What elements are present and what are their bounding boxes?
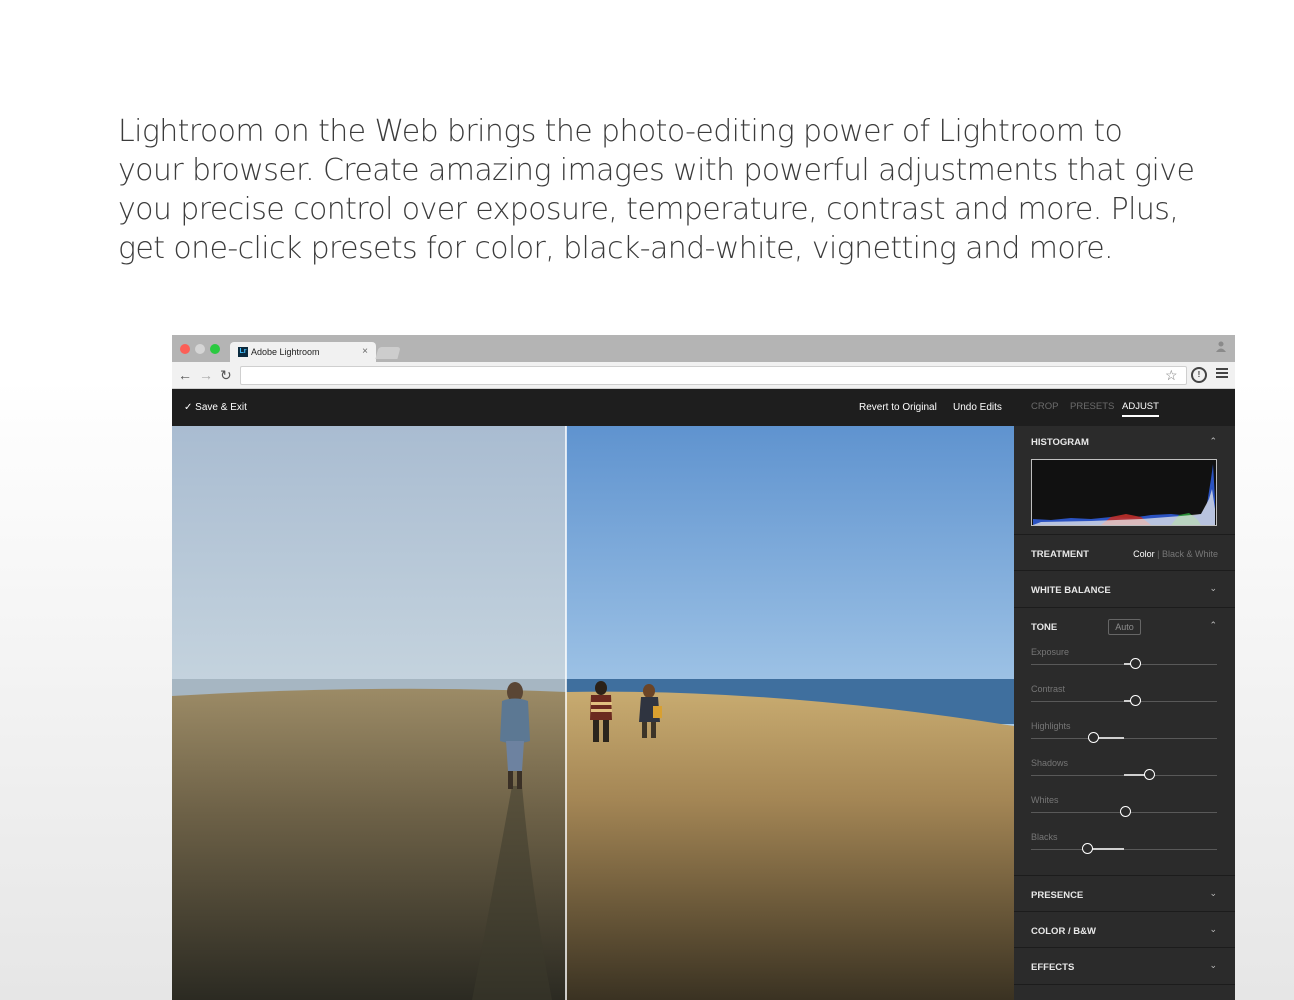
presence-title: PRESENCE (1031, 890, 1084, 901)
tab-adjust[interactable]: ADJUST (1122, 401, 1159, 417)
browser-menu-icon[interactable] (1216, 368, 1228, 380)
treatment-title: TREATMENT (1031, 549, 1089, 560)
effects-section[interactable]: EFFECTS ⌄ (1014, 948, 1235, 985)
tab-crop[interactable]: CROP (1031, 401, 1058, 412)
undo-edits-button[interactable]: Undo Edits (953, 402, 1002, 413)
lightroom-logo-icon: Lr (238, 347, 248, 357)
editor-top-bar: ✓ Save & Exit Revert to Original Undo Ed… (172, 389, 1014, 426)
chevron-down-icon[interactable]: ⌄ (1209, 583, 1217, 594)
chevron-down-icon[interactable]: ⌄ (1209, 888, 1217, 899)
bookmark-star-icon[interactable]: ☆ (1165, 366, 1178, 384)
treatment-color-option[interactable]: Color (1133, 549, 1155, 559)
slider-knob[interactable] (1130, 658, 1142, 669)
treatment-section: TREATMENT Color | Black & White (1014, 535, 1235, 571)
profile-icon[interactable] (1213, 340, 1229, 356)
tone-slider-contrast[interactable]: Contrast (1031, 684, 1217, 714)
slider-fill (1087, 848, 1124, 850)
extension-info-icon[interactable]: ! (1191, 367, 1207, 383)
chevron-down-icon[interactable]: ⌄ (1209, 960, 1217, 971)
tone-slider-exposure[interactable]: Exposure (1031, 647, 1217, 677)
tab-presets[interactable]: PRESETS (1070, 401, 1114, 412)
reload-icon[interactable]: ↻ (220, 366, 232, 384)
forward-arrow-icon[interactable]: → (199, 366, 213, 384)
white-balance-title: WHITE BALANCE (1031, 585, 1111, 596)
tone-slider-highlights[interactable]: Highlights (1031, 721, 1217, 751)
slider-label: Whites (1031, 795, 1059, 805)
intro-line: your browser. Create amazing images with… (118, 153, 1195, 188)
tone-title: TONE (1031, 622, 1058, 633)
grass-after (566, 691, 1014, 1000)
slider-track[interactable] (1031, 849, 1217, 850)
photo-canvas[interactable] (172, 426, 1014, 1000)
maximize-window-dot[interactable] (210, 344, 220, 354)
revert-to-original-button[interactable]: Revert to Original (859, 402, 937, 413)
color-bw-section[interactable]: COLOR / B&W ⌄ (1014, 912, 1235, 948)
tone-slider-whites[interactable]: Whites (1031, 795, 1217, 825)
tone-section: TONE Auto ⌃ Exposure Contrast Highlights Sh… (1014, 608, 1235, 876)
intro-paragraph: Lightroom on the Web brings the photo-ed… (118, 112, 1195, 268)
minimize-window-dot[interactable] (195, 344, 205, 354)
slider-knob[interactable] (1088, 732, 1100, 743)
save-exit-label: Save & Exit (195, 402, 247, 413)
treatment-separator: | (1157, 549, 1160, 559)
tone-slider-shadows[interactable]: Shadows (1031, 758, 1217, 788)
panel-tabs: CROP PRESETS ADJUST (1014, 389, 1235, 426)
slider-label: Contrast (1031, 684, 1066, 694)
histogram-title: HISTOGRAM (1031, 437, 1089, 448)
close-window-dot[interactable] (180, 344, 190, 354)
close-tab-icon[interactable]: × (362, 346, 368, 357)
presence-section[interactable]: PRESENCE ⌄ (1014, 876, 1235, 912)
browser-tab[interactable]: Lr Adobe Lightroom × (230, 342, 376, 362)
slider-knob[interactable] (1119, 806, 1131, 817)
back-arrow-icon[interactable]: ← (178, 366, 192, 384)
chevron-up-icon[interactable]: ⌃ (1209, 620, 1217, 631)
browser-toolbar: ← → ↻ ☆ ! (172, 362, 1235, 389)
effects-title: EFFECTS (1031, 962, 1075, 973)
chevron-down-icon[interactable]: ⌄ (1209, 924, 1217, 935)
tab-title: Adobe Lightroom (251, 347, 320, 357)
slider-label: Exposure (1031, 647, 1070, 657)
browser-window: Lr Adobe Lightroom × ← → ↻ ☆ ! ✓ Save & … (172, 335, 1235, 1000)
treatment-options: Color | Black & White (1133, 549, 1218, 559)
tone-slider-blacks[interactable]: Blacks (1031, 832, 1217, 862)
white-balance-section[interactable]: WHITE BALANCE ⌄ (1014, 571, 1235, 608)
color-bw-title: COLOR / B&W (1031, 926, 1096, 937)
slider-knob[interactable] (1144, 769, 1156, 780)
auto-tone-button[interactable]: Auto (1108, 619, 1141, 635)
intro-line: Lightroom on the Web brings the photo-ed… (118, 114, 1123, 149)
address-bar[interactable] (240, 366, 1187, 385)
new-tab-button[interactable] (375, 347, 401, 359)
browser-tab-strip: Lr Adobe Lightroom × (172, 335, 1235, 362)
slider-knob[interactable] (1081, 843, 1093, 854)
histogram-chart (1031, 459, 1217, 526)
slider-label: Shadows (1031, 758, 1069, 768)
intro-line: get one-click presets for color, black-a… (118, 231, 1114, 266)
slider-track[interactable] (1031, 738, 1217, 739)
slider-label: Highlights (1031, 721, 1071, 731)
histogram-section: HISTOGRAM ⌃ (1014, 426, 1235, 535)
chevron-up-icon[interactable]: ⌃ (1209, 436, 1217, 447)
intro-line: you precise control over exposure, tempe… (118, 192, 1179, 227)
save-exit-button[interactable]: ✓ Save & Exit (184, 402, 247, 413)
slider-knob[interactable] (1130, 695, 1142, 706)
treatment-bw-option[interactable]: Black & White (1162, 549, 1218, 559)
slider-label: Blacks (1031, 832, 1058, 842)
adjust-panel: CROP PRESETS ADJUST HISTOGRAM ⌃ TREATMEN… (1014, 389, 1235, 1000)
